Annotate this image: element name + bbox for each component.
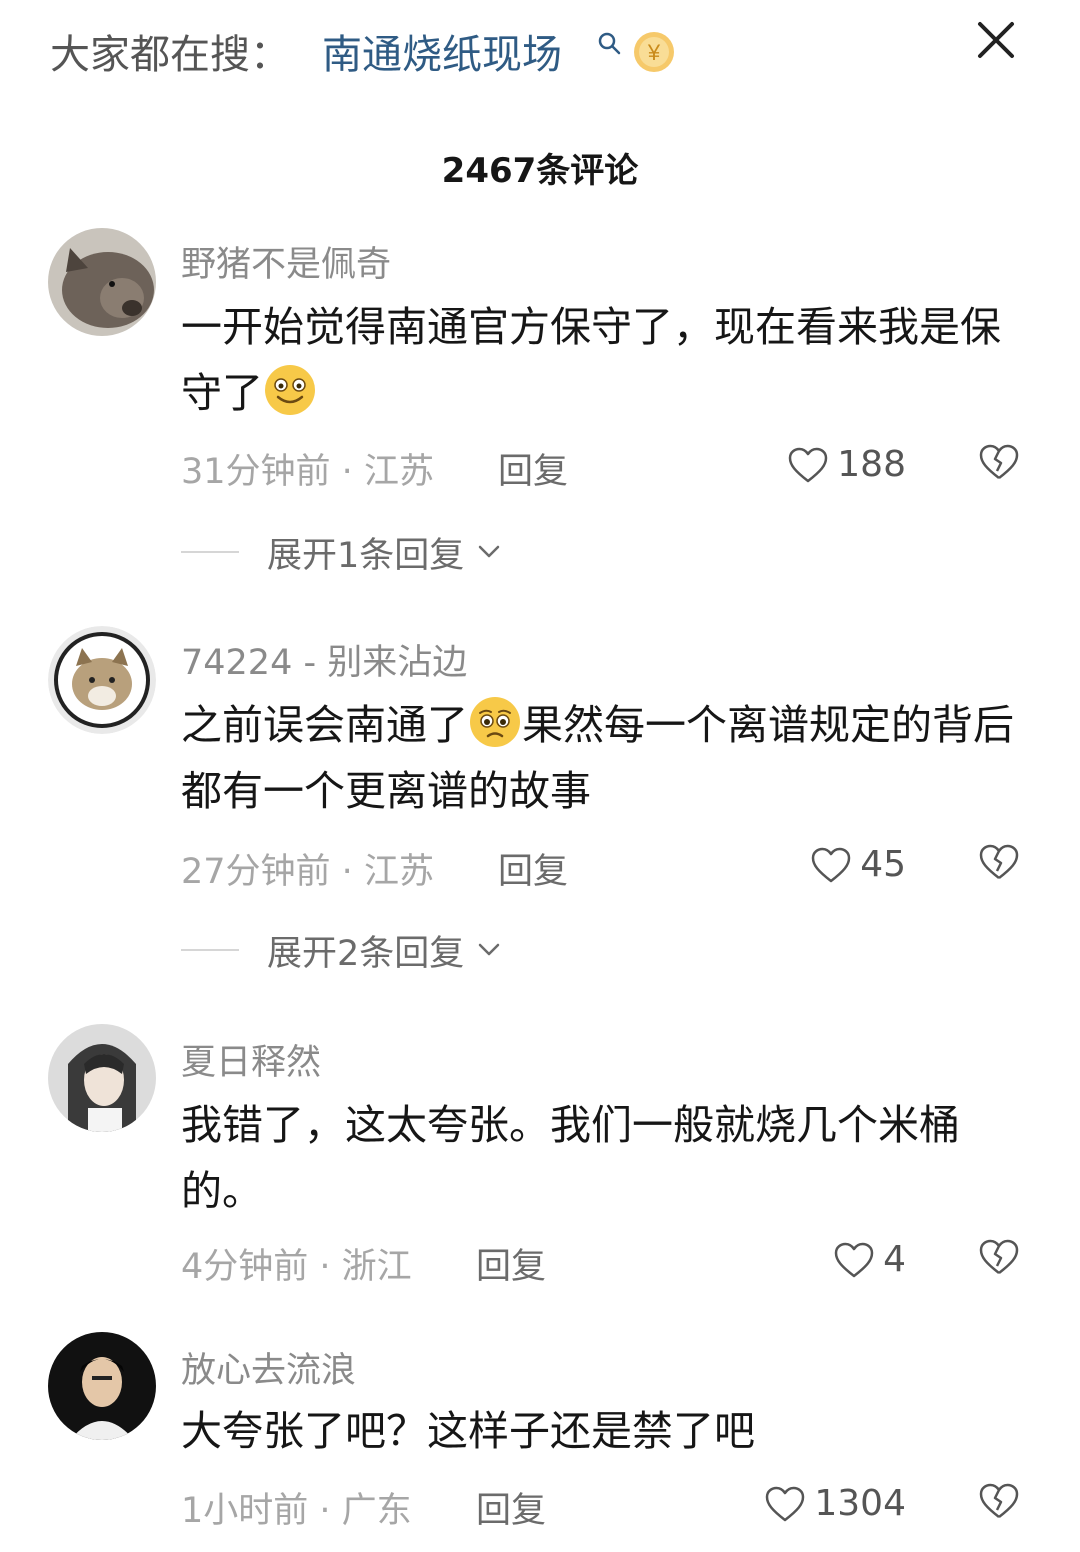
comment-time: 31分钟前 [181, 452, 331, 492]
heart-icon [834, 1242, 874, 1277]
like-button[interactable]: 188 [787, 444, 906, 485]
coin-symbol: ¥ [647, 40, 661, 65]
comment-text-part: 之前误会南通了 [181, 701, 468, 749]
broken-heart-icon[interactable] [978, 1237, 1020, 1277]
pleading-emoji-icon [470, 697, 520, 747]
comment-text-part: 大夸张了吧？这样子还是禁了吧 [181, 1407, 755, 1455]
reply-button[interactable]: 回复 [476, 1238, 546, 1289]
comment-text: 我错了，这太夸张。我们一般就烧几个米桶的。 [181, 1092, 1031, 1224]
like-count: 188 [837, 444, 906, 485]
broken-heart-icon[interactable] [978, 1481, 1020, 1521]
comment-text: 大夸张了吧？这样子还是禁了吧 [181, 1398, 1031, 1464]
like-button[interactable]: 1304 [764, 1483, 906, 1524]
meta-separator: · [330, 452, 364, 492]
comment-text-part: 我错了，这太夸张。我们一般就烧几个米桶的。 [181, 1101, 960, 1215]
like-button[interactable]: 4 [833, 1239, 906, 1280]
comment-username[interactable]: 74224 - 别来沾边 [181, 634, 467, 685]
smile-emoji-icon [265, 365, 315, 415]
like-count: 45 [860, 844, 906, 885]
chevron-down-icon [479, 545, 500, 558]
meta-separator: · [308, 1247, 342, 1287]
expand-replies-button[interactable]: 展开1条回复 [181, 530, 504, 576]
expand-divider [181, 551, 239, 553]
trending-search-link[interactable]: 南通烧纸现场 [322, 22, 562, 80]
chevron-down-icon [479, 943, 500, 956]
coin-icon[interactable]: ¥ [632, 30, 676, 74]
expand-replies-label: 展开1条回复 [267, 535, 465, 576]
expand-divider [181, 949, 239, 951]
comment-username[interactable]: 放心去流浪 [181, 1342, 356, 1393]
comment-time: 4分钟前 [181, 1247, 309, 1287]
comment-meta: 31分钟前 · 江苏 [181, 443, 434, 494]
comments-count-title: 2467条评论 [441, 151, 639, 191]
top-search-bar: 大家都在搜： 南通烧纸现场 ¥ [0, 0, 1080, 110]
close-icon[interactable] [972, 16, 1020, 64]
meta-separator: · [308, 1491, 342, 1531]
comment-text: 一开始觉得南通官方保守了，现在看来我是保守了 [181, 294, 1031, 426]
heart-icon [789, 447, 828, 482]
comment-meta: 4分钟前 · 浙江 [181, 1238, 412, 1289]
avatar[interactable] [48, 228, 156, 336]
expand-replies-label: 展开2条回复 [267, 933, 465, 974]
comment-location: 江苏 [363, 452, 434, 492]
comment-time: 1小时前 [181, 1491, 309, 1531]
like-count: 4 [883, 1239, 906, 1280]
reply-button[interactable]: 回复 [498, 443, 568, 494]
like-button[interactable]: 45 [810, 844, 906, 885]
avatar[interactable] [48, 1332, 156, 1440]
comment-username[interactable]: 夏日释然 [181, 1034, 321, 1085]
search-icon[interactable] [596, 30, 622, 56]
reply-button[interactable]: 回复 [476, 1482, 546, 1533]
comment-username[interactable]: 野猪不是佩奇 [181, 236, 391, 287]
comment-location: 江苏 [363, 852, 434, 892]
reply-button[interactable]: 回复 [498, 843, 568, 894]
comment-location: 浙江 [341, 1247, 412, 1287]
comment-meta: 1小时前 · 广东 [181, 1482, 412, 1533]
comment-time: 27分钟前 [181, 852, 331, 892]
expand-replies-button[interactable]: 展开2条回复 [181, 928, 504, 974]
heart-icon [811, 847, 851, 882]
heart-icon [766, 1486, 805, 1521]
comment-location: 广东 [341, 1491, 412, 1531]
avatar[interactable] [48, 626, 156, 734]
comment-meta: 27分钟前 · 江苏 [181, 843, 434, 894]
like-count: 1304 [814, 1483, 906, 1524]
search-prefix-label: 大家都在搜： [50, 32, 290, 78]
comment-text: 之前误会南通了 果然每一个离谱规定的背后都有一个更离谱的故事 [181, 692, 1031, 824]
broken-heart-icon[interactable] [978, 842, 1020, 882]
meta-separator: · [330, 852, 364, 892]
broken-heart-icon[interactable] [978, 442, 1020, 482]
avatar[interactable] [48, 1024, 156, 1132]
